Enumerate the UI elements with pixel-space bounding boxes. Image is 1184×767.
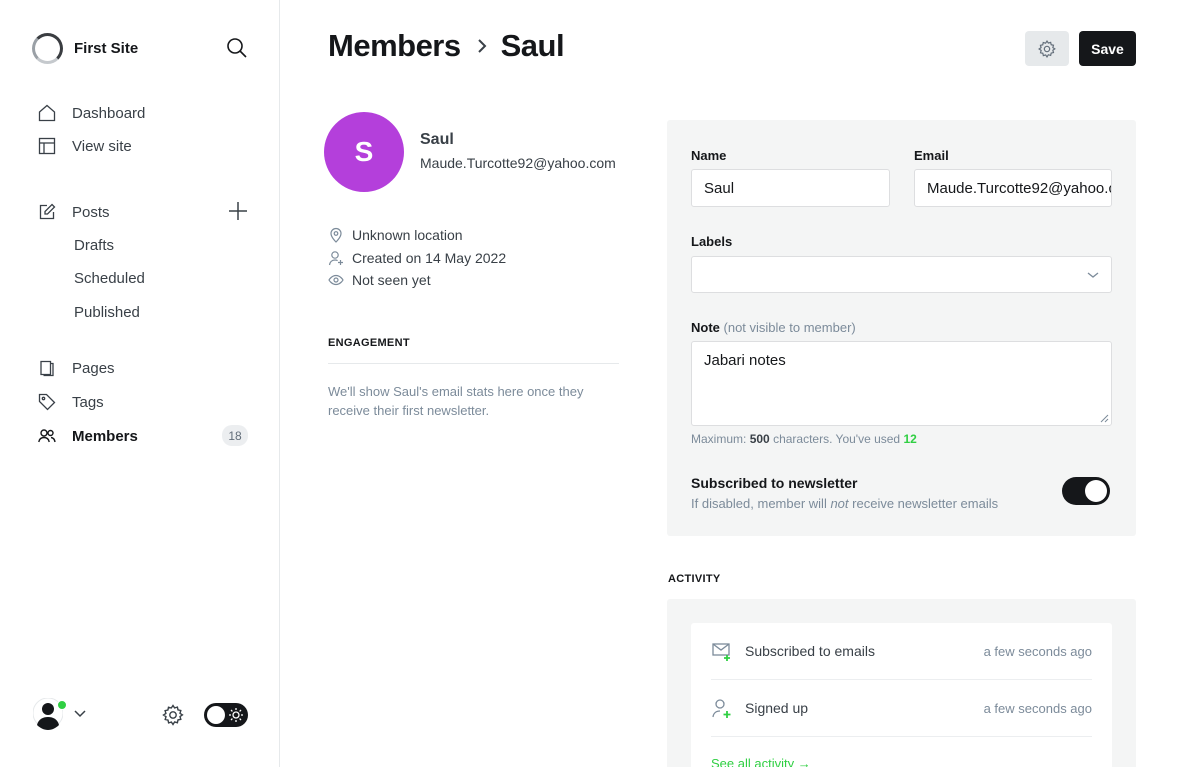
nav-tags[interactable]: Tags [38,390,104,414]
newsletter-desc-pre: If disabled, member will [691,496,827,511]
members-icon [38,429,56,443]
engagement-divider [328,363,619,364]
note-hint: (not visible to member) [723,320,856,335]
site-name: First Site [74,39,139,57]
page-title: Saul [500,28,565,63]
site-brand[interactable]: First Site [32,32,138,64]
dark-mode-toggle[interactable] [204,703,248,727]
newsletter-title: Subscribed to newsletter [691,475,858,491]
engagement-note: We'll show Saul's email stats here once … [328,384,584,418]
newsletter-desc-post: receive newsletter emails [852,496,999,511]
member-location: Unknown location [328,227,463,243]
engagement-heading: ENGAGEMENT [328,337,410,349]
note-label: Note (not visible to member) [691,320,856,335]
member-avatar: S [324,112,404,192]
activity-heading: ACTIVITY [668,573,721,585]
char-max: 500 [749,432,770,446]
member-created: Created on 14 May 2022 [328,250,506,266]
tag-icon [38,393,56,411]
activity-item: Signed up a few seconds ago [711,680,1092,737]
note-label-text: Note [691,320,720,335]
nav-view-site[interactable]: View site [38,134,132,158]
gear-icon [1038,39,1056,58]
gear-icon[interactable] [161,703,185,727]
chevron-right-icon [477,39,487,53]
nav-members-label: Members [72,427,138,445]
member-email: Maude.Turcotte92@yahoo.com [420,155,616,171]
nav-posts-label: Posts [72,203,110,221]
note-textarea[interactable]: Jabari notes [691,341,1112,426]
activity-item: Subscribed to emails a few seconds ago [711,623,1092,680]
chevron-down-icon [1087,272,1099,278]
name-field[interactable]: Saul [691,169,890,207]
user-signup-icon [712,699,731,718]
note-char-count: Maximum: 500 characters. You've used 12 [691,432,917,446]
labels-select[interactable] [691,256,1112,293]
newsletter-description: If disabled, member will not receive new… [691,496,998,511]
resize-handle-icon[interactable] [1100,414,1109,423]
activity-time: a few seconds ago [983,643,1092,659]
nav-published[interactable]: Published [74,304,140,321]
breadcrumb-members-link[interactable]: Members [328,28,461,64]
nav-pages[interactable]: Pages [38,356,115,380]
newsletter-desc-em: not [830,496,849,511]
home-icon [38,104,56,122]
member-created-text: Created on 14 May 2022 [352,250,507,266]
members-count-badge: 18 [222,425,248,446]
location-pin-icon [330,227,342,243]
toggle-knob [1085,480,1107,502]
email-subscribed-icon [712,643,730,661]
user-add-icon [328,251,343,266]
member-location-text: Unknown location [352,227,463,243]
nav-dashboard-label: Dashboard [72,104,146,122]
activity-label: Subscribed to emails [745,643,875,659]
email-label: Email [914,148,949,163]
activity-time: a few seconds ago [983,700,1092,716]
member-name: Saul [420,131,454,148]
sun-icon [229,708,243,722]
see-all-activity-link[interactable]: See all activity → [711,756,811,767]
layout-icon [38,137,56,155]
chevron-down-icon[interactable] [73,708,87,720]
toggle-knob [207,706,225,724]
member-settings-button[interactable] [1025,31,1069,66]
name-label: Name [691,148,727,163]
nav-members[interactable]: Members [38,424,138,448]
char-mid: characters. You've used [773,432,901,446]
edit-icon [39,203,56,220]
newsletter-toggle[interactable] [1062,477,1110,505]
sidebar: First Site Dashboard View site Posts Dra… [0,0,280,767]
nav-view-site-label: View site [72,137,132,155]
eye-icon [328,274,344,286]
nav-drafts[interactable]: Drafts [74,237,114,254]
activity-label: Signed up [745,700,809,716]
nav-pages-label: Pages [72,359,115,377]
add-post-icon[interactable] [228,201,248,221]
char-prefix: Maximum: [691,432,747,446]
search-icon[interactable] [226,37,248,59]
member-last-seen: Not seen yet [328,272,431,288]
member-last-seen-text: Not seen yet [352,272,431,288]
char-used: 12 [903,432,917,446]
nav-scheduled[interactable]: Scheduled [74,270,145,287]
breadcrumb: Members Saul [328,28,565,64]
nav-posts[interactable]: Posts [38,200,110,224]
nav-tags-label: Tags [72,393,104,411]
email-field[interactable]: Maude.Turcotte92@yahoo.com [914,169,1112,207]
site-logo [32,32,63,64]
note-value: Jabari notes [704,352,786,369]
page-icon [40,360,54,377]
labels-label: Labels [691,234,733,249]
online-status-dot [57,700,67,710]
nav-dashboard[interactable]: Dashboard [38,101,145,125]
save-button[interactable]: Save [1079,31,1136,66]
